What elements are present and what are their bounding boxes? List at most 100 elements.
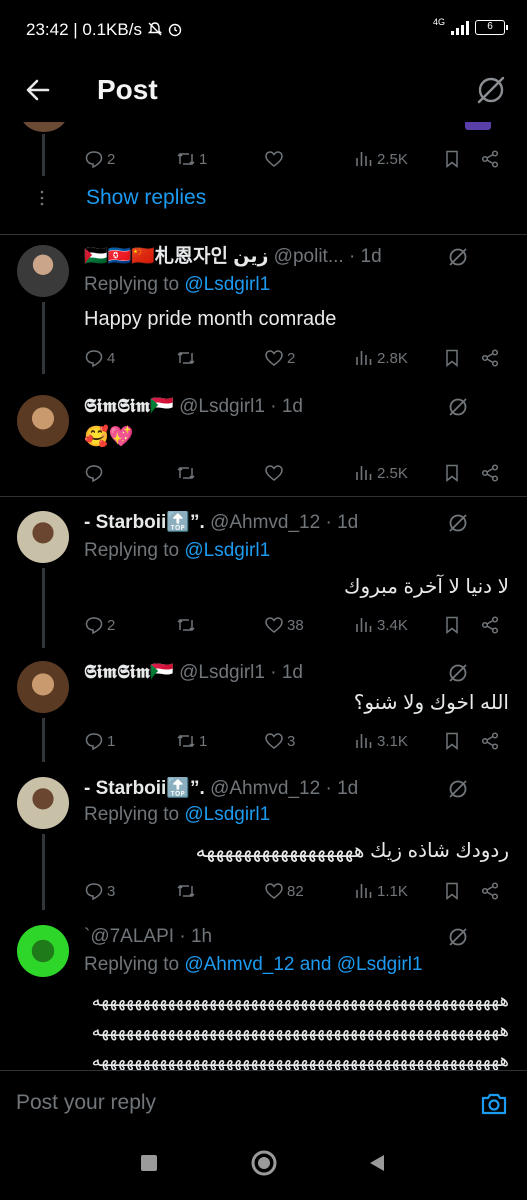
share-button[interactable] bbox=[480, 726, 500, 756]
grok-icon[interactable] bbox=[447, 926, 469, 948]
user-handle[interactable]: @polit... bbox=[274, 246, 344, 267]
mention-link[interactable]: @Ahmvd_12 and @Lsdgirl1 bbox=[184, 954, 422, 975]
replying-to: Replying to @Lsdgirl1 bbox=[84, 540, 271, 561]
user-handle[interactable]: `@7ALAPI bbox=[84, 926, 174, 947]
mention-link[interactable]: @Lsdgirl1 bbox=[184, 804, 270, 825]
views-button[interactable]: 3.4K bbox=[354, 610, 408, 640]
share-button[interactable] bbox=[480, 610, 500, 640]
reply-tweet[interactable]: 🇵🇸🇰🇵🇨🇳札恩자인 زين @polit... · 1d Replying t… bbox=[0, 242, 527, 376]
reply-button[interactable]: 1 bbox=[84, 726, 115, 756]
like-button[interactable] bbox=[264, 458, 287, 488]
user-handle[interactable]: @Lsdgirl1 bbox=[179, 396, 265, 417]
reply-count: 1 bbox=[107, 732, 116, 750]
avatar[interactable] bbox=[17, 777, 69, 829]
home-button[interactable] bbox=[249, 1148, 279, 1178]
retweet-button[interactable] bbox=[176, 876, 199, 906]
tweet-header: `@7ALAPI · 1h bbox=[84, 926, 213, 947]
like-count: 3 bbox=[287, 732, 296, 750]
system-nav-bar bbox=[0, 1140, 527, 1200]
bookmark-button[interactable] bbox=[442, 458, 462, 488]
share-button[interactable] bbox=[480, 458, 500, 488]
camera-icon[interactable] bbox=[479, 1089, 509, 1119]
avatar[interactable] bbox=[17, 661, 69, 713]
recents-button[interactable] bbox=[138, 1152, 160, 1174]
bookmark-button[interactable] bbox=[442, 726, 462, 756]
like-button[interactable]: 38 bbox=[264, 610, 304, 640]
views-button[interactable]: 2.5K bbox=[354, 144, 408, 174]
reply-feed[interactable]: 2 1 2.5K Show replies 🇵🇸🇰🇵🇨🇳札恩자인 زين @po… bbox=[0, 122, 527, 1070]
display-name[interactable]: - Starboii🔝”. bbox=[84, 512, 205, 533]
reply-button[interactable]: 4 bbox=[84, 343, 115, 373]
share-button[interactable] bbox=[480, 144, 500, 174]
like-button[interactable]: 2 bbox=[264, 343, 295, 373]
thread-line bbox=[42, 302, 45, 374]
views-button[interactable]: 2.8K bbox=[354, 343, 408, 373]
mention-link[interactable]: @Lsdgirl1 bbox=[184, 540, 270, 561]
show-replies-link[interactable]: Show replies bbox=[86, 186, 206, 210]
retweet-button[interactable] bbox=[176, 610, 199, 640]
grok-icon[interactable] bbox=[475, 74, 507, 106]
bookmark-button[interactable] bbox=[442, 144, 462, 174]
display-name[interactable]: 𝕾𝖎𝖒𝕾𝖎𝖒🇸🇩 bbox=[84, 396, 174, 417]
display-name[interactable]: 𝕾𝖎𝖒𝕾𝖎𝖒🇸🇩 bbox=[84, 662, 174, 683]
user-handle[interactable]: @Ahmvd_12 bbox=[210, 778, 320, 799]
mention-link[interactable]: @Lsdgirl1 bbox=[184, 274, 270, 295]
display-name[interactable]: 🇵🇸🇰🇵🇨🇳札恩자인 زين bbox=[84, 246, 268, 267]
avatar[interactable] bbox=[17, 511, 69, 563]
reply-tweet[interactable]: 𝕾𝖎𝖒𝕾𝖎𝖒🇸🇩 @Lsdgirl1 · 1d 🥰💖 2.5K bbox=[0, 392, 527, 496]
reply-tweet[interactable]: - Starboii🔝”. @Ahmvd_12 · 1d Replying to… bbox=[0, 774, 527, 910]
reply-button[interactable]: 2 bbox=[84, 144, 115, 174]
bookmark-button[interactable] bbox=[442, 876, 462, 906]
reply-tweet[interactable]: 𝕾𝖎𝖒𝕾𝖎𝖒🇸🇩 @Lsdgirl1 · 1d الله اخوك ولا شن… bbox=[0, 658, 527, 762]
reply-composer[interactable]: Post your reply bbox=[0, 1070, 527, 1140]
tweet-header: - Starboii🔝”. @Ahmvd_12 · 1d bbox=[84, 778, 359, 799]
reply-button[interactable] bbox=[84, 458, 107, 488]
views-button[interactable]: 3.1K bbox=[354, 726, 408, 756]
grok-icon[interactable] bbox=[447, 778, 469, 800]
avatar[interactable] bbox=[17, 245, 69, 297]
reply-button[interactable]: 2 bbox=[84, 610, 115, 640]
display-name[interactable]: - Starboii🔝”. bbox=[84, 778, 205, 799]
thread-line bbox=[42, 834, 45, 910]
user-handle[interactable]: @Lsdgirl1 bbox=[179, 662, 265, 683]
bookmark-icon bbox=[446, 882, 458, 901]
reply-tweet[interactable]: - Starboii🔝”. @Ahmvd_12 · 1d Replying to… bbox=[0, 508, 527, 648]
tweet-actions: 3 82 1.1K bbox=[84, 876, 509, 906]
reply-icon bbox=[85, 733, 103, 751]
view-count: 3.1K bbox=[377, 732, 408, 750]
tweet-header: 𝕾𝖎𝖒𝕾𝖎𝖒🇸🇩 @Lsdgirl1 · 1d bbox=[84, 662, 303, 683]
retweet-icon bbox=[177, 734, 195, 748]
reply-button[interactable]: 3 bbox=[84, 876, 115, 906]
grok-icon[interactable] bbox=[447, 662, 469, 684]
bookmark-button[interactable] bbox=[442, 343, 462, 373]
views-button[interactable]: 1.1K bbox=[354, 876, 408, 906]
share-button[interactable] bbox=[480, 876, 500, 906]
avatar[interactable] bbox=[17, 395, 69, 447]
retweet-button[interactable] bbox=[176, 343, 199, 373]
views-button[interactable]: 2.5K bbox=[354, 458, 408, 488]
tweet-actions: 1 1 3 3.1K bbox=[84, 726, 509, 756]
reply-tweet[interactable]: `@7ALAPI · 1h Replying to @Ahmvd_12 and … bbox=[0, 922, 527, 1070]
grok-icon[interactable] bbox=[447, 512, 469, 534]
views-icon bbox=[356, 152, 372, 166]
share-button[interactable] bbox=[480, 343, 500, 373]
user-handle[interactable]: @Ahmvd_12 bbox=[210, 512, 320, 533]
retweet-button[interactable]: 1 bbox=[176, 144, 207, 174]
retweet-button[interactable]: 1 bbox=[176, 726, 207, 756]
bookmark-icon bbox=[446, 732, 458, 751]
retweet-button[interactable] bbox=[176, 458, 199, 488]
share-icon bbox=[481, 882, 499, 900]
reply-count: 2 bbox=[107, 616, 116, 634]
grok-icon[interactable] bbox=[447, 396, 469, 418]
like-button[interactable]: 82 bbox=[264, 876, 304, 906]
like-button[interactable]: 3 bbox=[264, 726, 295, 756]
grok-icon[interactable] bbox=[447, 246, 469, 268]
reply-input[interactable]: Post your reply bbox=[16, 1091, 156, 1115]
thread-line bbox=[42, 718, 45, 762]
avatar[interactable] bbox=[17, 925, 69, 977]
arrow-left-icon[interactable] bbox=[24, 76, 52, 104]
network-type: 4G bbox=[432, 16, 445, 27]
like-button[interactable] bbox=[264, 144, 287, 174]
back-nav-button[interactable] bbox=[366, 1152, 388, 1174]
bookmark-button[interactable] bbox=[442, 610, 462, 640]
